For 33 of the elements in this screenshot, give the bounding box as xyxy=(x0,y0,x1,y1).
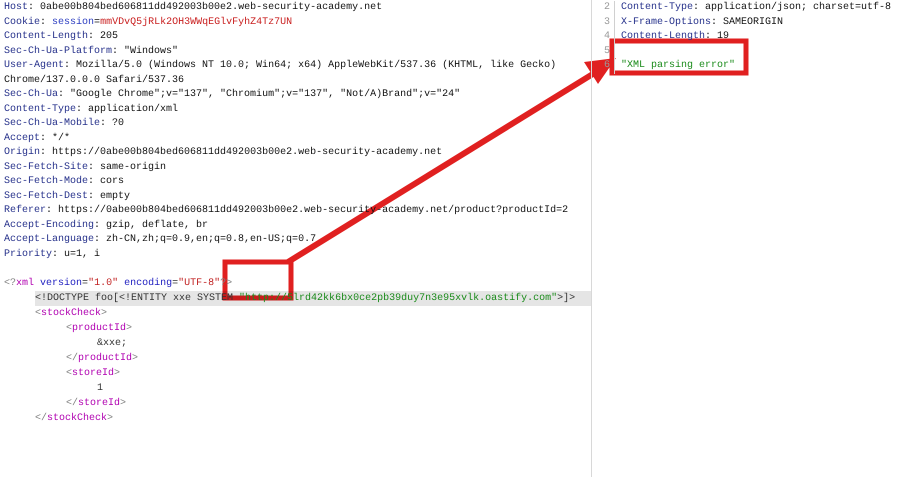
header-line: Accept-Encoding: gzip, deflate, br xyxy=(4,218,210,232)
response-body: "XML parsing error" xyxy=(621,60,736,71)
header-line: Content-Type: application/xml xyxy=(4,102,180,116)
header-line: Accept-Language: zh-CN,zh;q=0.9,en;q=0.8,en-US;q=0.7 xyxy=(4,233,318,247)
header-line: Accept: */* xyxy=(4,132,72,146)
header-line: Host: 0abe00b804bed606811dd492003b00e2.web-security-academy.net xyxy=(4,1,384,15)
header-line: Priority: u=1, i xyxy=(4,248,102,262)
header-line: Content-Type: application/json; charset=utf-8 xyxy=(621,2,892,13)
line-number: 4 xyxy=(602,30,611,44)
code-line: <productId> xyxy=(66,322,134,336)
header-line: Sec-Ch-Ua: "Google Chrome";v="137", "Chromium";v="137", "Not/A)Brand";v="24" xyxy=(4,88,462,102)
code-line: </productId> xyxy=(66,352,140,366)
code-line: &xxe; xyxy=(97,337,128,351)
line-number: 6 xyxy=(602,59,611,73)
header-line: Chrome/137.0.0.0 Safari/537.36 xyxy=(4,74,186,88)
line-number: 5 xyxy=(602,44,611,58)
code-line: </storeId> xyxy=(66,396,128,411)
code-line: <storeId> xyxy=(66,366,122,381)
code-line: 1 xyxy=(97,382,104,396)
header-line: Sec-Fetch-Dest: empty xyxy=(4,190,132,204)
header-line: Sec-Fetch-Site: same-origin xyxy=(4,160,168,174)
header-line: Sec-Fetch-Mode: cors xyxy=(4,175,126,189)
line-number: 2 xyxy=(602,1,611,15)
line-number: 3 xyxy=(602,16,611,30)
header-line: Sec-Ch-Ua-Mobile: ?0 xyxy=(4,117,126,131)
header-line: Content-Length: 205 xyxy=(4,30,120,44)
code-line: <stockCheck> xyxy=(35,306,108,321)
header-line: Cookie: session=mmVDvQ5jRLk2OH3WWqEGlvFyhZ4Tz7UN xyxy=(4,16,294,30)
header-line: User-Agent: Mozilla/5.0 (Windows NT 10.0; Win64; x64) AppleWebKit/537.36 (KHTML, like Gecko) xyxy=(4,59,558,73)
header-line: Origin: https://0abe00b804bed606811dd492003b00e2.web-security-academy.net xyxy=(4,146,444,160)
header-line: X-Frame-Options: SAMEORIGIN xyxy=(621,16,784,28)
header-line: Sec-Ch-Ua-Platform: "Windows" xyxy=(4,44,180,58)
code-line: </stockCheck> xyxy=(35,412,114,426)
